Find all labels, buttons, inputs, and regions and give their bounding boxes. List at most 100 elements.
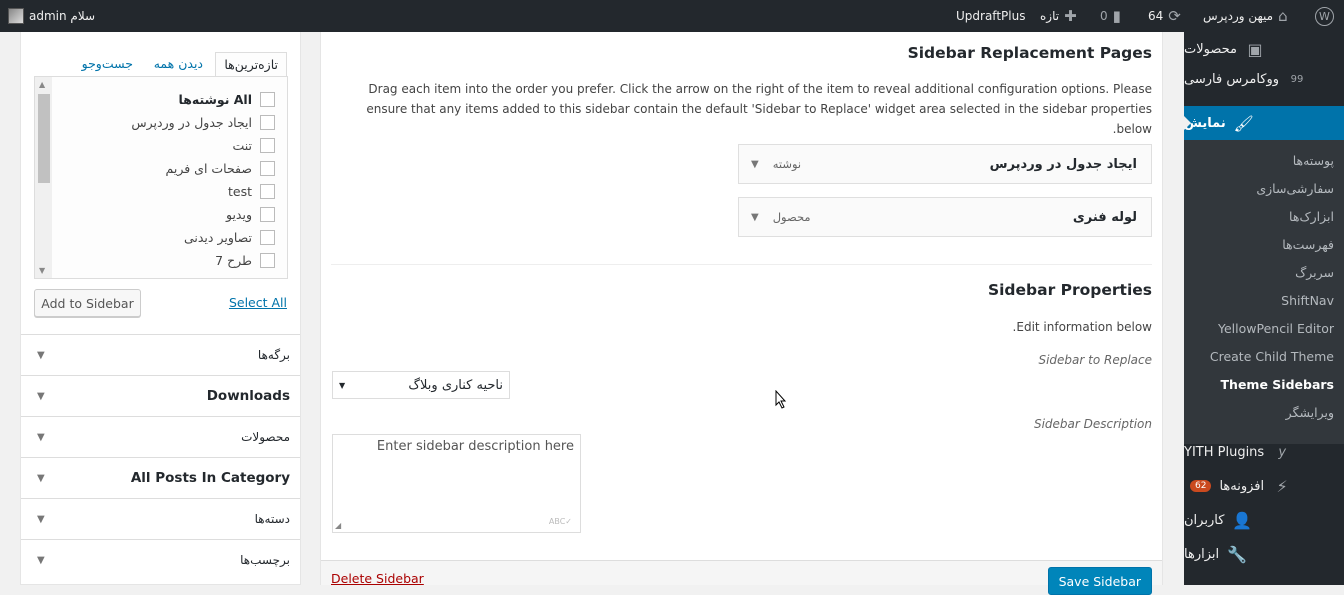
menu-label: محصولات (1184, 41, 1237, 57)
item-label: All نوشته‌ها (178, 92, 252, 107)
menu-tools[interactable]: 🔧 ابزارها (1184, 537, 1344, 571)
item-type: محصول (772, 210, 811, 224)
spellcheck-icon: ABC✓ (548, 517, 572, 526)
menu-label: ووکامرس فارسی (1184, 71, 1280, 87)
chevron-down-icon: ▼ (339, 380, 346, 390)
chevron-down-icon: ▼ (37, 554, 45, 566)
tab-most-recent[interactable]: تازه‌ترین‌ها (215, 52, 287, 76)
posts-tabs: تازه‌ترین‌ها دیدن همه جست‌وجو (34, 52, 287, 76)
submenu-theme-sidebars[interactable]: Theme Sidebars (1221, 377, 1334, 392)
submenu-editor[interactable]: ویرایشگر (1286, 405, 1334, 420)
sidebar-description-input[interactable]: Enter sidebar description here ABC✓ ◢ (332, 434, 581, 533)
user-icon: 👤 (1232, 510, 1253, 530)
list-item[interactable]: All نوشته‌ها (179, 92, 275, 107)
chevron-down-icon: ▼ (37, 513, 45, 525)
list-item[interactable]: طرح 7 (215, 253, 275, 268)
avatar (8, 8, 24, 24)
checkbox[interactable] (260, 115, 275, 130)
scrollbar[interactable]: ▲ ▼ (35, 77, 52, 278)
list-item[interactable]: ویدیو (226, 207, 275, 222)
accordion-title: All Posts In Category (130, 470, 290, 486)
checkbox[interactable] (260, 161, 275, 176)
checkbox[interactable] (260, 92, 275, 107)
mouse-cursor-icon (775, 390, 787, 409)
accordion-categories[interactable]: ▼ دسته‌ها (21, 498, 300, 539)
menu-woocommerce-farsi[interactable]: 99 ووکامرس فارسی (1184, 62, 1344, 96)
description-placeholder: Enter sidebar description here (376, 439, 574, 454)
save-sidebar-button[interactable]: Save Sidebar (1047, 567, 1152, 595)
checkbox[interactable] (260, 184, 275, 199)
scroll-down-icon[interactable]: ▼ (39, 266, 45, 275)
list-item[interactable]: تصاویر دیدنی (184, 230, 275, 245)
accordion-downloads[interactable]: ▼ Downloads (21, 375, 300, 416)
list-item[interactable]: test (228, 184, 275, 199)
accordion-title: Downloads (206, 388, 290, 404)
yith-icon: y (1278, 444, 1287, 460)
menu-yith-plugins[interactable]: y YITH Plugins (1184, 435, 1344, 469)
chevron-down-icon: ▼ (37, 472, 45, 484)
accordion-all-posts-category[interactable]: ▼ All Posts In Category (21, 457, 300, 498)
sidebar-editor-panel: Sidebar Replacement Pages Drag each item… (320, 32, 1163, 595)
list-item[interactable]: صفحات ای فریم (166, 161, 275, 176)
submenu-header[interactable]: سربرگ (1295, 265, 1334, 280)
delete-sidebar-link[interactable]: Delete Sidebar (331, 571, 424, 586)
menu-label: کاربران (1184, 512, 1225, 528)
menu-plugins[interactable]: ⚡ افزونه‌ها 62 (1184, 469, 1344, 503)
admin-bar: سلام admin UpdraftPlus تازه ✚ 0 ▮ 64 ⟳ میهن… (0, 0, 1344, 32)
accordion-pages[interactable]: ▼ برگه‌ها (21, 334, 300, 375)
new-content-link[interactable]: تازه ✚ (1040, 0, 1077, 32)
comments-count: 0 (1100, 9, 1108, 23)
submenu-child-theme[interactable]: Create Child Theme (1210, 349, 1334, 364)
sidebar-item[interactable]: ▼ محصول لوله فنری (738, 197, 1152, 237)
item-label: طرح 7 (215, 253, 252, 268)
accordion-title: برگه‌ها (257, 348, 290, 362)
accordion-title: محصولات (241, 430, 290, 444)
chevron-down-icon[interactable]: ▼ (751, 159, 759, 170)
menu-products[interactable]: ▣ محصولات (1184, 32, 1344, 66)
add-to-sidebar-button[interactable]: Add to Sidebar (34, 289, 141, 317)
update-count-badge: 62 (1190, 480, 1212, 492)
sidebar-item[interactable]: ▼ نوشته ایجاد جدول در وردپرس (738, 144, 1152, 184)
list-item[interactable]: ایجاد جدول در وردپرس (131, 115, 275, 130)
instructions: Drag each item into the order you prefer… (366, 82, 1152, 136)
submenu-widgets[interactable]: ابزارک‌ها (1289, 209, 1334, 224)
submenu-yellowpencil[interactable]: YellowPencil Editor (1218, 321, 1334, 336)
list-item[interactable]: تنت (232, 138, 275, 153)
checkbox[interactable] (260, 207, 275, 222)
menu-items-panel: تازه‌ترین‌ها دیدن همه جست‌وجو ▲ ▼ All نو… (20, 32, 301, 585)
submenu-themes[interactable]: پوسته‌ها (1293, 153, 1334, 168)
menu-appearance[interactable]: 🖌 نمایش (1183, 106, 1344, 140)
accordion-tags[interactable]: ▼ برچسب‌ها (21, 539, 300, 580)
checkbox[interactable] (260, 138, 275, 153)
footer-bar: Delete Sidebar Save Sidebar (321, 560, 1162, 595)
menu-users[interactable]: 👤 کاربران (1184, 503, 1344, 537)
scroll-thumb[interactable] (38, 94, 50, 183)
posts-checklist: ▲ ▼ All نوشته‌ها ایجاد جدول در وردپرس تن… (34, 76, 288, 279)
updraftplus-link[interactable]: UpdraftPlus (956, 0, 1025, 32)
tab-view-all[interactable]: دیدن همه (146, 52, 211, 76)
scroll-up-icon[interactable]: ▲ (39, 80, 45, 89)
refresh-icon: ⟳ (1168, 7, 1181, 25)
checkbox[interactable] (260, 230, 275, 245)
resize-handle-icon[interactable]: ◢ (335, 521, 341, 530)
wp-logo[interactable]: W (1315, 0, 1334, 32)
plus-icon: ✚ (1064, 7, 1077, 25)
chevron-down-icon[interactable]: ▼ (751, 212, 759, 223)
updates-link[interactable]: 64 ⟳ (1148, 0, 1181, 32)
site-name-link[interactable]: میهن وردپرس ⌂ (1203, 0, 1288, 32)
submenu-customize[interactable]: سفارشی‌سازی (1256, 181, 1334, 196)
tab-search[interactable]: جست‌وجو (74, 52, 141, 76)
divider (331, 264, 1152, 265)
menu-label: ابزارها (1184, 546, 1220, 562)
accordion-products[interactable]: ▼ محصولات (21, 416, 300, 457)
checkbox[interactable] (260, 253, 275, 268)
paintbrush-icon: 🖌 (1233, 113, 1254, 133)
submenu-shiftnav[interactable]: ShiftNav (1281, 293, 1334, 308)
sidebar-to-replace-select[interactable]: ▼ ناحیه کناری وبلاگ (332, 371, 510, 399)
wordpress-icon: W (1315, 6, 1334, 26)
select-value: ناحیه کناری وبلاگ (408, 377, 503, 393)
comments-link[interactable]: 0 ▮ (1100, 0, 1121, 32)
select-all-link[interactable]: Select All (229, 295, 287, 310)
submenu-menus[interactable]: فهرست‌ها (1282, 237, 1334, 252)
my-account[interactable]: سلام admin (8, 0, 95, 32)
